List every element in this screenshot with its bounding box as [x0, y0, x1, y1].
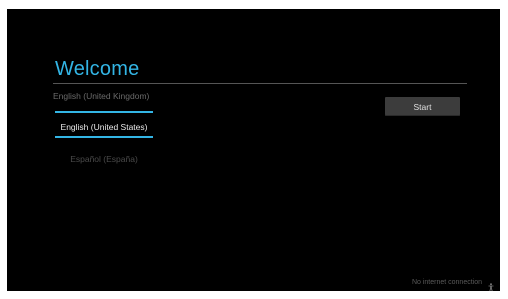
- picker-selection-line-bottom: [55, 136, 153, 138]
- title-divider: [53, 83, 467, 84]
- page-title: Welcome: [55, 58, 140, 80]
- language-option-en-gb[interactable]: English (United Kingdom): [53, 90, 155, 102]
- language-picker[interactable]: English (United Kingdom) English (United…: [53, 89, 155, 189]
- status-bar: No internet connection: [411, 278, 494, 291]
- language-option-es-es[interactable]: Español (España): [53, 153, 155, 165]
- accessibility-icon[interactable]: [488, 279, 494, 291]
- setup-wizard-screen: Welcome English (United Kingdom) English…: [7, 9, 500, 291]
- language-option-en-us[interactable]: English (United States): [53, 121, 155, 133]
- start-button[interactable]: Start: [385, 97, 460, 116]
- picker-selection-line-top: [55, 111, 153, 113]
- connection-status-text: No internet connection: [411, 279, 482, 286]
